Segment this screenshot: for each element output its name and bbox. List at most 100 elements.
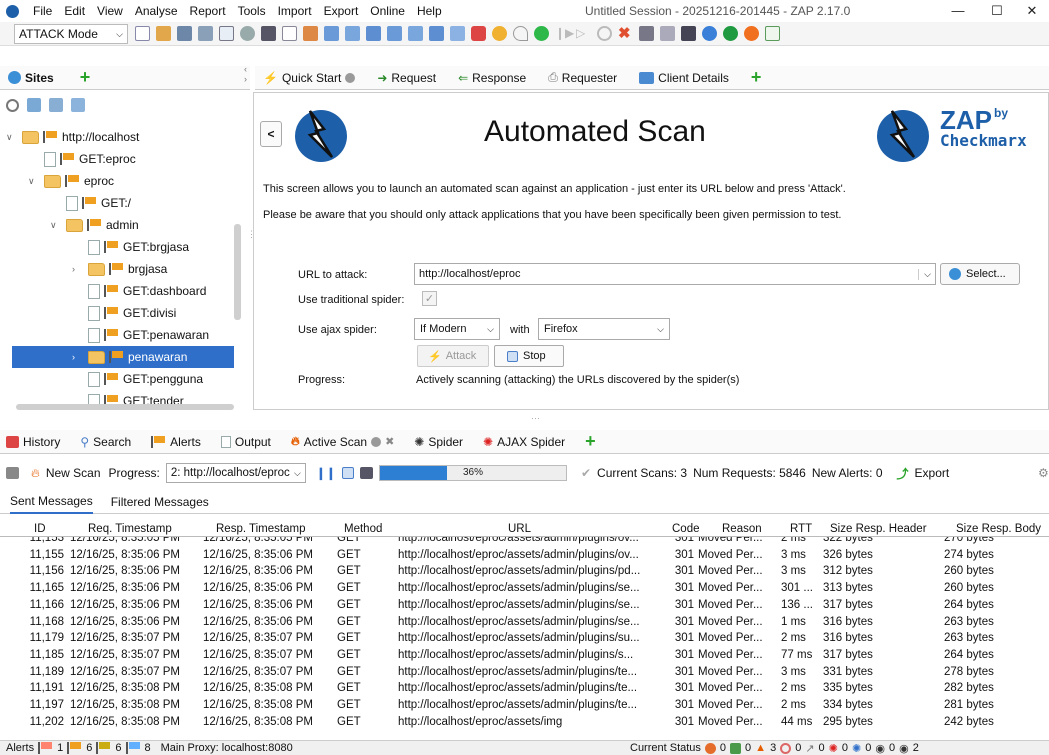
tab-history[interactable]: History bbox=[6, 435, 60, 449]
tab-alerts[interactable]: Alerts bbox=[151, 435, 201, 449]
tree-node[interactable]: GET:pengguna bbox=[72, 368, 203, 390]
tree-node[interactable]: GET:/ bbox=[50, 192, 131, 214]
panel-layout-2-icon[interactable] bbox=[345, 26, 360, 41]
break-on-icon[interactable] bbox=[534, 26, 549, 41]
col-req-timestamp[interactable]: Req. Timestamp bbox=[88, 523, 172, 535]
tree-node[interactable]: ∨ eproc bbox=[28, 170, 114, 192]
tree-scrollbar[interactable] bbox=[234, 224, 241, 320]
attack-button[interactable]: ⚡ Attack bbox=[417, 345, 489, 367]
menu-view[interactable]: View bbox=[91, 4, 129, 18]
menu-edit[interactable]: Edit bbox=[58, 4, 91, 18]
options-gear-icon[interactable] bbox=[240, 26, 255, 41]
gear-icon[interactable]: ⚙ bbox=[1038, 466, 1049, 480]
tab-response[interactable]: ⇐ Response bbox=[458, 71, 526, 85]
chevron-right-icon[interactable]: › bbox=[72, 352, 84, 362]
maximize-button[interactable]: ☐ bbox=[977, 0, 1017, 22]
table-row[interactable]: 11,166 12/16/25, 8:35:06 PM 12/16/25, 8:35… bbox=[0, 599, 1049, 613]
table-row[interactable]: 11,156 12/16/25, 8:35:06 PM 12/16/25, 8:35… bbox=[0, 565, 1049, 579]
export-button[interactable]: Export bbox=[915, 466, 950, 480]
chevron-down-icon[interactable]: ∨ bbox=[50, 220, 62, 231]
tree-h-scrollbar[interactable] bbox=[16, 404, 234, 410]
close-icon[interactable]: ✖ bbox=[385, 435, 394, 448]
add-tab-icon[interactable]: + bbox=[585, 431, 596, 452]
menu-import[interactable]: Import bbox=[272, 4, 318, 18]
col-rtt[interactable]: RTT bbox=[790, 523, 812, 535]
scan-target-select[interactable]: 2: http://localhost/eproc ⌵ bbox=[165, 463, 306, 483]
scan-policy-icon[interactable] bbox=[6, 467, 19, 479]
menu-analyse[interactable]: Analyse bbox=[129, 4, 184, 18]
panel-layout-1-icon[interactable] bbox=[324, 26, 339, 41]
chevron-down-icon[interactable]: ∨ bbox=[28, 176, 40, 187]
stop-button[interactable]: Stop bbox=[494, 345, 564, 367]
tab-ajax-spider[interactable]: ✺ AJAX Spider bbox=[483, 435, 565, 449]
tree-node[interactable]: › brgjasa bbox=[72, 258, 167, 280]
table-row[interactable]: 11,153 12/16/25, 8:35:05 PM 12/16/25, 8:35… bbox=[0, 537, 1049, 546]
tree-node[interactable]: GET:divisi bbox=[72, 302, 176, 324]
col-resp-timestamp[interactable]: Resp. Timestamp bbox=[216, 523, 305, 535]
new-scan-button[interactable]: New Scan bbox=[46, 466, 101, 480]
tab-sent-messages[interactable]: Sent Messages bbox=[10, 490, 93, 514]
minimize-button[interactable]: — bbox=[938, 0, 978, 22]
back-button[interactable]: < bbox=[260, 121, 282, 147]
col-size-body[interactable]: Size Resp. Body bbox=[956, 523, 1041, 535]
clear-icon[interactable] bbox=[303, 26, 318, 41]
tab-output[interactable]: Output bbox=[220, 435, 271, 449]
add-tab-icon[interactable]: + bbox=[751, 67, 762, 88]
close-button[interactable]: ✕ bbox=[1012, 0, 1049, 22]
table-row[interactable]: 11,185 12/16/25, 8:35:07 PM 12/16/25, 8:35… bbox=[0, 649, 1049, 663]
import-context-icon[interactable] bbox=[49, 98, 63, 112]
select-button[interactable]: Select... bbox=[940, 263, 1020, 285]
tab-request[interactable]: ➜ Request bbox=[377, 71, 436, 85]
splitter-handle[interactable]: ⋯ bbox=[531, 413, 540, 424]
tree-node[interactable]: › penawaran bbox=[12, 346, 234, 368]
table-row[interactable]: 11,165 12/16/25, 8:35:06 PM 12/16/25, 8:35… bbox=[0, 582, 1049, 596]
chevron-down-icon[interactable]: ⌵ bbox=[918, 268, 931, 280]
browser-select[interactable]: Firefox ⌵ bbox=[538, 318, 670, 340]
sites-tab[interactable]: Sites bbox=[25, 71, 54, 85]
chevron-right-icon[interactable]: › bbox=[72, 264, 84, 274]
new-context-icon[interactable] bbox=[27, 98, 41, 112]
manual-request-icon[interactable] bbox=[639, 26, 654, 41]
firefox-icon[interactable] bbox=[744, 26, 759, 41]
menu-tools[interactable]: Tools bbox=[232, 4, 272, 18]
fuzzer-icon[interactable] bbox=[660, 26, 675, 41]
tab-spider[interactable]: ✺ Spider bbox=[414, 435, 463, 449]
panel-layout-5-icon[interactable] bbox=[408, 26, 423, 41]
tab-client-details[interactable]: Client Details bbox=[639, 71, 729, 85]
tree-node[interactable]: GET:eproc bbox=[28, 148, 136, 170]
table-row[interactable]: 11,197 12/16/25, 8:35:08 PM 12/16/25, 8:35… bbox=[0, 699, 1049, 713]
continue-icon[interactable]: ▷ bbox=[576, 26, 591, 41]
scan-options-icon[interactable] bbox=[359, 467, 373, 479]
table-row[interactable]: 11,191 12/16/25, 8:35:08 PM 12/16/25, 8:35… bbox=[0, 682, 1049, 696]
ajax-when-select[interactable]: If Modern ⌵ bbox=[414, 318, 500, 340]
menu-file[interactable]: File bbox=[27, 4, 58, 18]
tree-node[interactable]: GET:penawaran bbox=[72, 324, 209, 346]
menu-export[interactable]: Export bbox=[318, 4, 365, 18]
col-url[interactable]: URL bbox=[508, 523, 531, 535]
tab-requester[interactable]: ⎙ Requester bbox=[548, 70, 617, 85]
drop-icon[interactable] bbox=[597, 26, 612, 41]
tree-node[interactable]: ∨ admin bbox=[50, 214, 139, 236]
url-input[interactable]: http://localhost/eproc ⌵ bbox=[414, 263, 936, 285]
help-icon[interactable] bbox=[702, 26, 717, 41]
col-size-header[interactable]: Size Resp. Header bbox=[830, 523, 927, 535]
tab-filtered-messages[interactable]: Filtered Messages bbox=[111, 495, 209, 509]
table-row[interactable]: 11,202 12/16/25, 8:35:08 PM 12/16/25, 8:35… bbox=[0, 716, 1049, 730]
pin-icon[interactable] bbox=[513, 26, 528, 41]
tree-node[interactable]: GET:dashboard bbox=[72, 280, 206, 302]
left-chevron-icon[interactable]: ‹ › bbox=[244, 64, 247, 84]
panel-layout-7-icon[interactable] bbox=[450, 26, 465, 41]
step-icon[interactable]: ❙▶ bbox=[555, 26, 574, 41]
scan-policy-icon[interactable] bbox=[681, 26, 696, 41]
layout-icon[interactable] bbox=[261, 26, 276, 41]
pause-icon[interactable]: ❙❙ bbox=[316, 466, 336, 480]
properties-icon[interactable] bbox=[219, 26, 234, 41]
table-row[interactable]: 11,179 12/16/25, 8:35:07 PM 12/16/25, 8:35… bbox=[0, 632, 1049, 646]
pin-icon[interactable] bbox=[371, 436, 382, 447]
edit-icon[interactable] bbox=[282, 26, 297, 41]
stop-icon[interactable] bbox=[341, 467, 354, 479]
tab-search[interactable]: ⚲ Search bbox=[80, 435, 131, 449]
bin-icon[interactable]: ✖ bbox=[618, 26, 633, 41]
panel-layout-3-icon[interactable] bbox=[366, 26, 381, 41]
tab-active-scan[interactable]: 🔥︎ Active Scan ✖ bbox=[291, 434, 394, 449]
